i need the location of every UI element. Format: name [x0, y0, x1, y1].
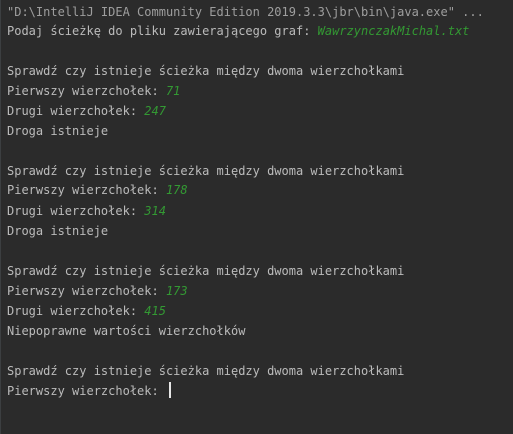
file-input-value: WawrzynczakMichal.txt	[317, 24, 470, 38]
block-3-first-line: Pierwszy wierzchołek: 173	[7, 281, 188, 301]
block-1-first-value: 71	[165, 84, 181, 98]
block-4-header: Sprawdź czy istnieje ścieżka między dwom…	[7, 364, 405, 378]
block-1-first-line: Pierwszy wierzchołek: 71	[7, 81, 180, 101]
block-3-result: Niepoprawne wartości wierzchołków	[7, 324, 246, 338]
block-2-first-value: 178	[165, 183, 188, 197]
block-1-second-prompt: Drugi wierzchołek:	[7, 104, 145, 118]
block-2-first-line: Pierwszy wierzchołek: 178	[7, 180, 188, 200]
text-cursor[interactable]	[168, 382, 171, 398]
block-2-header: Sprawdź czy istnieje ścieżka między dwom…	[7, 164, 405, 178]
file-prompt: Podaj ścieżkę do pliku zawierającego gra…	[7, 24, 318, 38]
block-2-second-prompt: Drugi wierzchołek:	[7, 204, 145, 218]
console-output[interactable]: "D:\IntelliJ IDEA Community Edition 2019…	[0, 0, 513, 434]
block-3-first-value: 173	[165, 284, 188, 298]
block-3-first-prompt: Pierwszy wierzchołek:	[7, 284, 166, 298]
block-4-first-prompt: Pierwszy wierzchołek:	[7, 384, 166, 398]
block-2-second-value: 314	[144, 204, 166, 218]
block-1-first-prompt: Pierwszy wierzchołek:	[7, 84, 166, 98]
block-1-second-value: 247	[144, 104, 166, 118]
block-1-header: Sprawdź czy istnieje ścieżka między dwom…	[7, 64, 405, 78]
block-3-header: Sprawdź czy istnieje ścieżka między dwom…	[7, 264, 405, 278]
block-3-second-prompt: Drugi wierzchołek:	[7, 304, 145, 318]
block-2-first-prompt: Pierwszy wierzchołek:	[7, 183, 166, 197]
block-2-result: Droga istnieje	[7, 224, 109, 238]
block-3-second-line: Drugi wierzchołek: 415	[7, 301, 166, 321]
console-left-edge	[0, 0, 1, 434]
block-1-result: Droga istnieje	[7, 124, 109, 138]
command-line: "D:\IntelliJ IDEA Community Edition 2019…	[7, 5, 484, 19]
block-1-second-line: Drugi wierzchołek: 247	[7, 101, 166, 121]
file-prompt-line: Podaj ścieżkę do pliku zawierającego gra…	[7, 21, 469, 41]
block-3-second-value: 415	[144, 304, 166, 318]
block-4-first-line: Pierwszy wierzchołek:	[7, 381, 171, 401]
block-2-second-line: Drugi wierzchołek: 314	[7, 201, 166, 221]
